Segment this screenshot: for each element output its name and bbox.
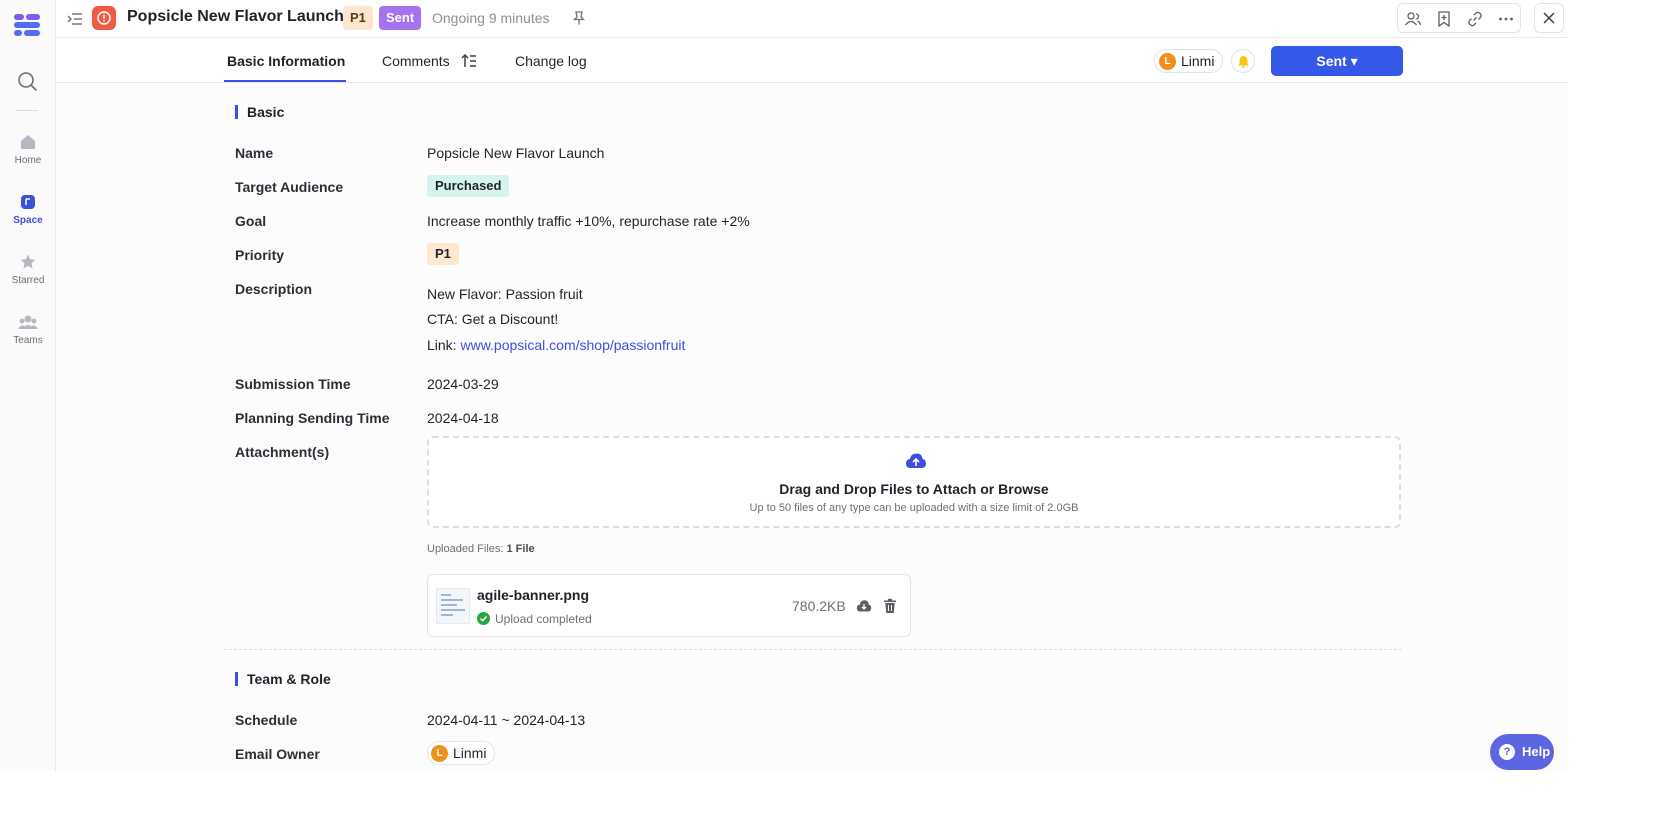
close-icon	[1543, 12, 1555, 24]
app-root: Home Space Starred Teams Popsicle New Fl…	[0, 0, 1568, 771]
more-icon[interactable]	[1497, 10, 1515, 28]
schedule-value[interactable]: 2024-04-11 ~ 2024-04-13	[427, 712, 585, 728]
submission-time-label: Submission Time	[235, 376, 351, 392]
dropzone-title: Drag and Drop Files to Attach or Browse	[779, 481, 1049, 497]
description-line-1[interactable]: New Flavor: Passion fruit	[427, 286, 583, 302]
close-button[interactable]	[1534, 3, 1564, 33]
sort-icon[interactable]	[461, 53, 477, 69]
link-icon[interactable]	[1466, 10, 1484, 28]
tab-comments[interactable]: Comments	[382, 53, 450, 69]
file-status: Upload completed	[477, 612, 592, 626]
teams-icon	[18, 315, 38, 329]
link-prefix: Link:	[427, 337, 461, 353]
file-thumbnail	[436, 588, 470, 624]
planning-time-value[interactable]: 2024-04-18	[427, 410, 499, 426]
tabs-bar: Basic Information Comments Change log LL…	[56, 39, 1568, 83]
main-content: Basic Name Popsicle New Flavor Launch Ta…	[56, 84, 1568, 771]
header-bar: Popsicle New Flavor Launch P1 Sent Ongoi…	[56, 0, 1568, 38]
sidebar-item-label: Space	[13, 215, 43, 226]
cloud-upload-icon	[906, 453, 926, 468]
alert-icon	[97, 11, 111, 25]
members-icon[interactable]	[1404, 10, 1422, 28]
audience-label: Target Audience	[235, 179, 344, 195]
file-name[interactable]: agile-banner.png	[477, 587, 589, 603]
ongoing-duration: Ongoing 9 minutes	[432, 10, 550, 26]
email-owner-label: Email Owner	[235, 746, 320, 762]
attachments-label: Attachment(s)	[235, 444, 330, 460]
section-title-team-role: Team & Role	[235, 672, 331, 686]
home-icon	[21, 135, 35, 149]
priority-label: Priority	[235, 247, 285, 263]
uploaded-prefix: Uploaded Files:	[427, 543, 507, 555]
goal-value[interactable]: Increase monthly traffic +10%, repurchas…	[427, 213, 750, 229]
name-label: Name	[235, 145, 274, 161]
app-logo-icon[interactable]	[12, 12, 42, 38]
submission-time-value[interactable]: 2024-03-29	[427, 376, 499, 392]
alert-badge	[92, 6, 116, 30]
email-owner-chip[interactable]: L Linmi	[427, 741, 496, 765]
pin-icon[interactable]	[571, 10, 587, 26]
sidebar-item-label: Starred	[11, 275, 45, 286]
priority-badge: P1	[343, 6, 373, 30]
space-icon	[21, 195, 35, 209]
goal-label: Goal	[235, 213, 267, 229]
star-icon	[20, 254, 36, 269]
trash-icon[interactable]	[883, 598, 897, 614]
section-divider	[224, 649, 1402, 650]
attachment-card[interactable]: agile-banner.png Upload completed 780.2K…	[427, 574, 911, 637]
avatar: L	[1159, 52, 1176, 70]
help-button[interactable]: ? Help	[1490, 734, 1554, 770]
uploaded-count: 1 File	[506, 543, 535, 555]
sidebar-item-home[interactable]: Home	[0, 133, 56, 166]
description-line-3: Link: www.popsical.com/shop/passionfruit	[427, 337, 685, 353]
uploaded-files-count: Uploaded Files: 1 File	[427, 543, 535, 555]
bookmark-add-icon[interactable]	[1435, 10, 1453, 28]
sidebar-item-label: Teams	[13, 335, 43, 346]
file-size: 780.2KB	[792, 598, 846, 614]
description-link[interactable]: www.popsical.com/shop/passionfruit	[460, 337, 685, 353]
cloud-download-icon[interactable]	[856, 599, 872, 613]
assignee-chip[interactable]: L Linmi	[1154, 49, 1224, 73]
audience-tag[interactable]: Purchased	[427, 175, 510, 197]
section-title-basic: Basic	[235, 105, 284, 119]
collapse-sidebar-icon[interactable]	[66, 10, 84, 28]
description-line-2[interactable]: CTA: Get a Discount!	[427, 311, 558, 327]
search-icon[interactable]	[16, 70, 38, 92]
check-circle-icon	[477, 612, 490, 626]
file-status-text: Upload completed	[495, 612, 592, 626]
header-toolbar	[1397, 3, 1521, 33]
planning-time-label: Planning Sending Time	[235, 410, 390, 426]
active-tab-indicator	[224, 80, 346, 82]
description-label: Description	[235, 281, 313, 297]
bell-icon	[1238, 56, 1249, 68]
tab-basic-information[interactable]: Basic Information	[227, 53, 345, 69]
sidebar-item-teams[interactable]: Teams	[0, 313, 56, 346]
tab-change-log[interactable]: Change log	[515, 53, 587, 69]
status-dropdown-button[interactable]: Sent ▾	[1271, 46, 1403, 76]
help-label: Help	[1522, 744, 1551, 759]
page-title: Popsicle New Flavor Launch	[127, 8, 344, 25]
sidebar-item-label: Home	[14, 155, 42, 166]
email-owner-name: Linmi	[453, 745, 487, 761]
dropzone-subtitle: Up to 50 files of any type can be upload…	[749, 502, 1079, 514]
sidebar-item-starred[interactable]: Starred	[0, 253, 56, 286]
assignee-name: Linmi	[1181, 53, 1215, 69]
status-badge: Sent	[379, 6, 422, 30]
notification-button[interactable]	[1231, 49, 1255, 73]
avatar: L	[431, 744, 448, 762]
schedule-label: Schedule	[235, 712, 298, 728]
sidebar-item-space[interactable]: Space	[0, 193, 56, 226]
left-rail: Home Space Starred Teams	[0, 0, 56, 771]
rail-divider	[16, 110, 38, 111]
priority-tag[interactable]: P1	[427, 243, 459, 265]
name-value[interactable]: Popsicle New Flavor Launch	[427, 145, 604, 161]
file-dropzone[interactable]: Drag and Drop Files to Attach or Browse …	[427, 436, 1401, 528]
help-icon: ?	[1499, 744, 1515, 760]
